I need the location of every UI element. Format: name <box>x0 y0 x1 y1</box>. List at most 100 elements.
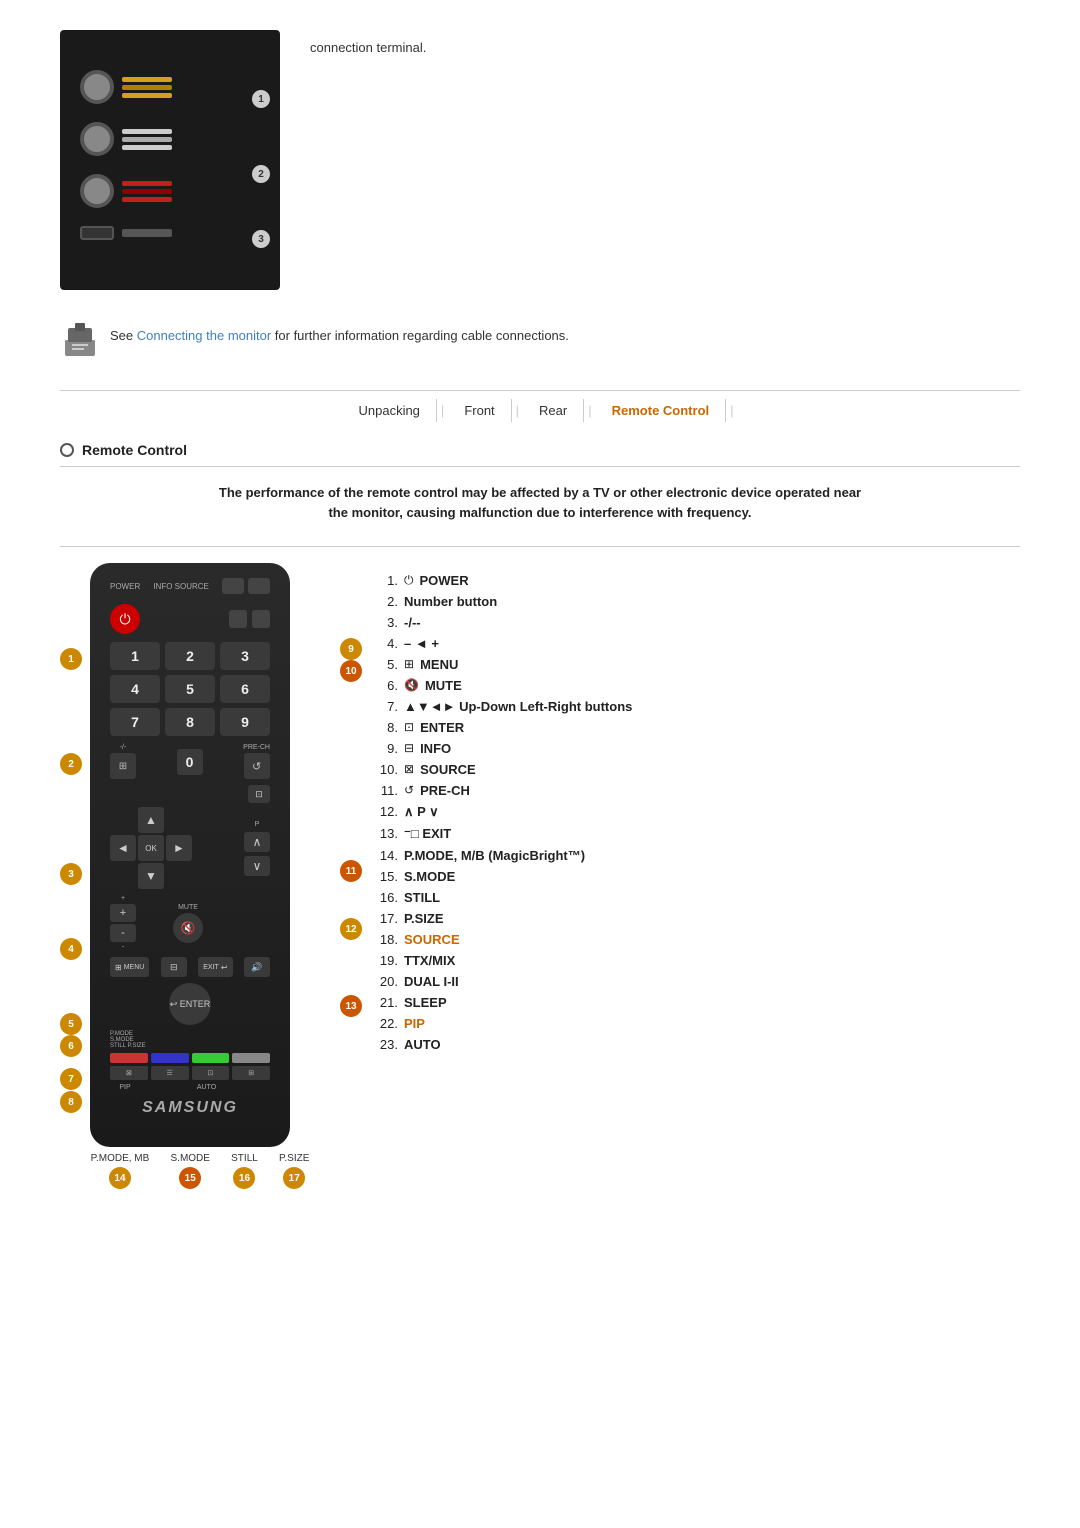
list-item: 15. S.MODE <box>370 869 1020 884</box>
divider <box>60 466 1020 467</box>
color-btn-gray[interactable] <box>232 1053 270 1063</box>
exit-btn[interactable]: EXIT ↩ <box>198 957 232 977</box>
callout-1: 1 <box>60 648 82 670</box>
p-down-btn[interactable]: ∨ <box>244 856 270 876</box>
callout-16: 16 <box>233 1167 255 1189</box>
menu-exit-row: ⊞ MENU ⊟ EXIT ↩ 🔊 <box>110 957 270 977</box>
connector-image: 1 2 3 <box>60 30 280 290</box>
nav-tabs: Unpacking | Front | Rear | Remote Contro… <box>60 390 1020 422</box>
arrow-right[interactable]: ► <box>166 835 192 861</box>
list-item: 14. P.MODE, M/B (MagicBright™) <box>370 848 1020 863</box>
list-item: 22. PIP <box>370 1016 1020 1031</box>
list-item: 8. ⊡ ENTER <box>370 720 1020 735</box>
section-title: Remote Control <box>82 442 187 458</box>
section-heading: Remote Control <box>60 442 1020 458</box>
list-item: 21. SLEEP <box>370 995 1020 1010</box>
source-btn-top[interactable] <box>248 578 270 594</box>
vol-plus[interactable]: + <box>110 904 136 922</box>
enter-center[interactable]: OK <box>138 835 164 861</box>
remote-image-wrapper: 1 2 3 4 5 6 7 8 9 10 11 <box>60 563 340 1189</box>
mute-btn[interactable]: 🔇 <box>173 913 203 943</box>
list-item: 2. Number button <box>370 594 1020 609</box>
remote-items-list: 1. ⏻ POWER 2. Number button 3. -/-- 4. –… <box>370 563 1020 1058</box>
sleep-btn[interactable]: ⊞ <box>232 1066 270 1080</box>
label-smode: S.MODE <box>171 1153 210 1164</box>
btn-9[interactable]: 9 <box>220 708 270 736</box>
vol-minus[interactable]: - <box>110 924 136 942</box>
label-pmode: P.MODE, MB <box>91 1153 150 1164</box>
tab-unpacking[interactable]: Unpacking <box>342 399 436 422</box>
source-sq-btn[interactable]: ⊠ <box>110 1066 148 1080</box>
btn-5[interactable]: 5 <box>165 675 215 703</box>
list-item: 13. ⁻□ EXIT <box>370 826 1020 842</box>
color-btn-green[interactable] <box>192 1053 230 1063</box>
label-psize: P.SIZE <box>279 1153 309 1164</box>
small-icon-btn[interactable]: ⊡ <box>248 785 270 803</box>
remote-section: 1 2 3 4 5 6 7 8 9 10 11 <box>60 563 1020 1189</box>
color-btn-red[interactable] <box>110 1053 148 1063</box>
port-badge-3: 3 <box>252 230 270 248</box>
small-sq-btn3[interactable]: 🔊 <box>244 957 270 977</box>
list-item: 7. ▲▼◄► Up-Down Left-Right buttons <box>370 699 1020 714</box>
arrow-down[interactable]: ▼ <box>138 863 164 889</box>
remote-icon-b[interactable] <box>252 610 270 628</box>
connecting-link[interactable]: Connecting the monitor <box>137 328 271 343</box>
numpad: 1 2 3 4 5 6 7 8 9 <box>110 642 270 736</box>
note-icon <box>60 320 100 360</box>
list-item: 3. -/-- <box>370 615 1020 630</box>
remote-body: POWER INFO SOURCE ⏻ 1 2 <box>90 563 290 1147</box>
tab-rear[interactable]: Rear <box>523 399 584 422</box>
port-badge-1: 1 <box>252 90 270 108</box>
list-item: 16. STILL <box>370 890 1020 905</box>
enter-big-btn[interactable]: ↩ ENTER <box>169 983 211 1025</box>
bullet-icon <box>60 443 74 457</box>
dual-btn[interactable]: ⊡ <box>192 1066 230 1080</box>
dash-btn[interactable]: ⊞ <box>110 753 136 779</box>
callout-17: 17 <box>283 1167 305 1189</box>
list-item: 11. ↺ PRE-CH <box>370 783 1020 798</box>
list-item: 10. ⊠ SOURCE <box>370 762 1020 777</box>
list-item: 9. ⊟ INFO <box>370 741 1020 756</box>
arrow-left[interactable]: ◄ <box>110 835 136 861</box>
btn-3[interactable]: 3 <box>220 642 270 670</box>
samsung-logo: SAMSUNG <box>110 1099 270 1117</box>
tab-remote-control[interactable]: Remote Control <box>596 399 727 422</box>
port-badge-2: 2 <box>252 165 270 183</box>
btn-2[interactable]: 2 <box>165 642 215 670</box>
menu-btn[interactable]: ⊞ MENU <box>110 957 149 977</box>
btn-8[interactable]: 8 <box>165 708 215 736</box>
arrow-up[interactable]: ▲ <box>138 807 164 833</box>
remote-icon-a[interactable] <box>229 610 247 628</box>
info-btn[interactable] <box>222 578 244 594</box>
note-text: See Connecting the monitor for further i… <box>110 320 569 343</box>
power-button[interactable]: ⏻ <box>110 604 140 634</box>
btn-1[interactable]: 1 <box>110 642 160 670</box>
top-section: 1 2 3 connection terminal. <box>60 30 1020 290</box>
list-item: 12. ∧ P ∨ <box>370 804 1020 820</box>
btn-6[interactable]: 6 <box>220 675 270 703</box>
prech-btn[interactable]: ↺ <box>244 753 270 779</box>
bottom-labels: P.MODE, MB 14 S.MODE 15 STILL 16 P.SIZE … <box>60 1153 340 1189</box>
color-btn-blue[interactable] <box>151 1053 189 1063</box>
list-item: 1. ⏻ POWER <box>370 573 1020 588</box>
callout-14: 14 <box>109 1167 131 1189</box>
btn-7[interactable]: 7 <box>110 708 160 736</box>
warning-box: The performance of the remote control ma… <box>60 483 1020 522</box>
list-item: 20. DUAL I-II <box>370 974 1020 989</box>
small-sq-btn2[interactable]: ⊟ <box>161 957 187 977</box>
tab-front[interactable]: Front <box>448 399 511 422</box>
list-item: 19. TTX/MIX <box>370 953 1020 968</box>
list-item: 23. AUTO <box>370 1037 1020 1052</box>
list-item: 4. – ◄ + <box>370 636 1020 651</box>
btn-4[interactable]: 4 <box>110 675 160 703</box>
list-item: 5. ⊞ MENU <box>370 657 1020 672</box>
p-up-btn[interactable]: ∧ <box>244 832 270 852</box>
ttx-btn[interactable]: ☰ <box>151 1066 189 1080</box>
label-still: STILL <box>231 1153 258 1164</box>
list-item: 17. P.SIZE <box>370 911 1020 926</box>
btn-0[interactable]: 0 <box>177 749 203 775</box>
list-item: 6. 🔇 MUTE <box>370 678 1020 693</box>
section-divider <box>60 546 1020 547</box>
list-item: 18. SOURCE <box>370 932 1020 947</box>
connection-text: connection terminal. <box>310 30 426 290</box>
